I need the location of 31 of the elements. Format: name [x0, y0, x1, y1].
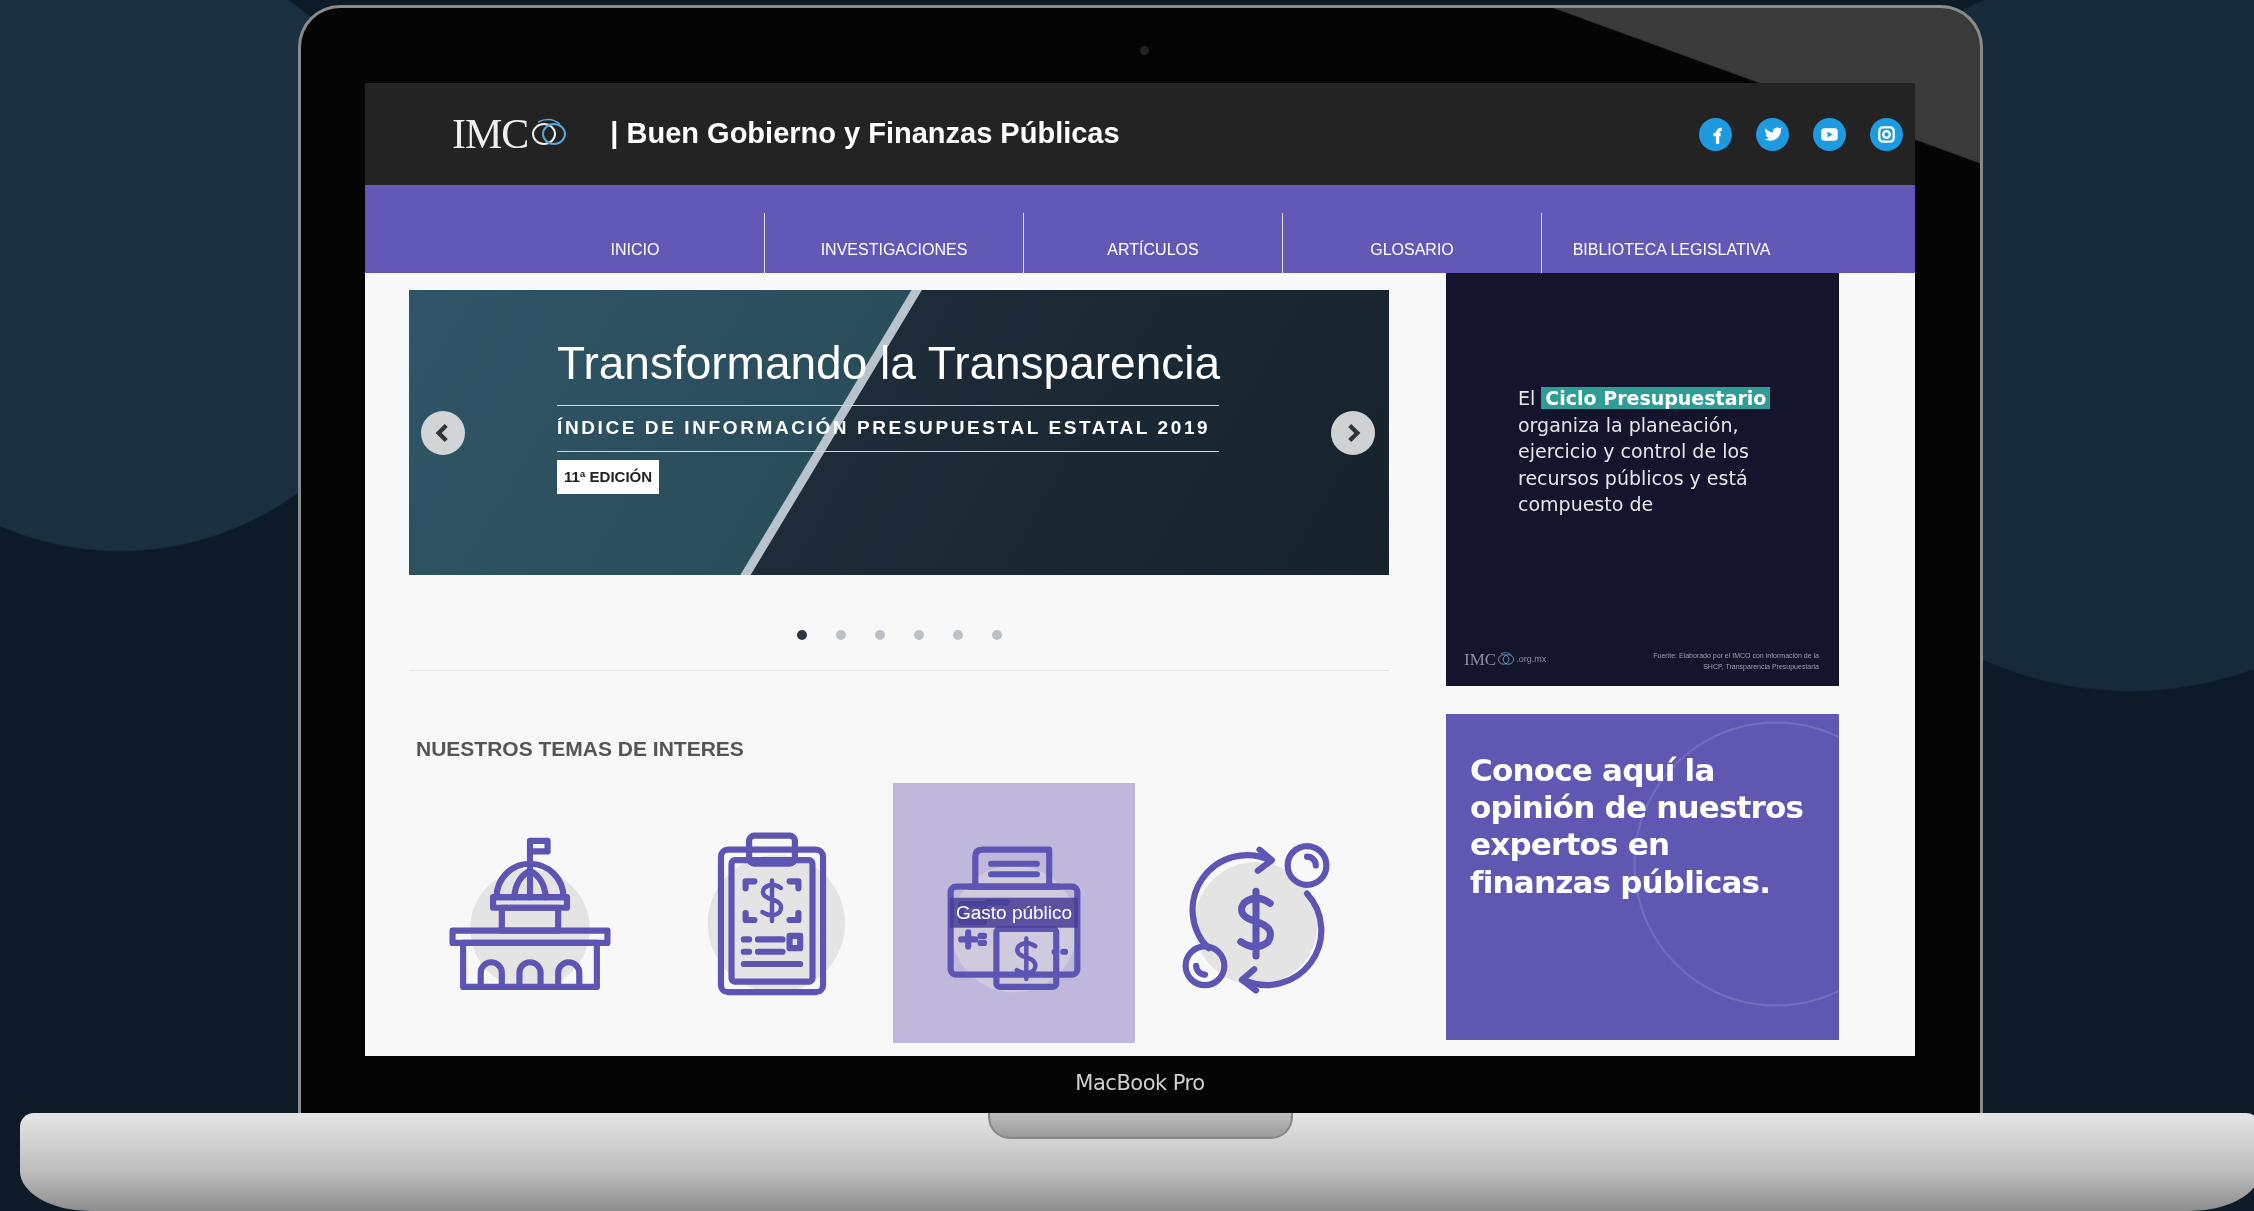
carousel-dot[interactable] — [991, 630, 1002, 640]
experts-card[interactable]: Conoce aquí la opinión de nuestros expertos en finanzas públicas. — [1446, 714, 1839, 1040]
carousel-dot[interactable] — [913, 630, 924, 640]
banner-title: Transformando la Transparencia — [557, 336, 1222, 391]
nav-link[interactable]: BIBLIOTECA LEGISLATIVA — [1542, 213, 1801, 273]
nav-link[interactable]: INVESTIGACIONES — [765, 213, 1024, 273]
nav-link[interactable]: INICIO — [506, 213, 765, 273]
carousel-dot[interactable] — [874, 630, 885, 640]
budget-card-text: El Ciclo Presupuestario organiza la planeación, ejercicio y control de los recursos públicos y está compuesto de — [1518, 385, 1821, 518]
swirl-icon — [1496, 650, 1517, 668]
carousel-dot[interactable] — [952, 630, 963, 640]
previous-slide-button[interactable] — [421, 410, 465, 455]
next-slide-button[interactable] — [1331, 410, 1375, 455]
carousel-dot[interactable] — [835, 630, 846, 640]
site-title: | Buen Gobierno y Finanzas Públicas — [610, 116, 1120, 152]
budget-card[interactable] — [1446, 273, 1839, 686]
facebook-icon[interactable] — [1699, 117, 1732, 151]
site-logo[interactable]: IMC — [452, 102, 571, 166]
webcam-dot — [1140, 46, 1149, 55]
device-label: MacBook Pro — [1075, 1070, 1205, 1097]
instagram-icon[interactable] — [1870, 117, 1903, 151]
footer-logo-text: IMC — [1464, 648, 1497, 671]
section-heading: NUESTROS TEMAS DE INTERES — [416, 736, 745, 762]
nav-link[interactable]: ARTÍCULOS — [1024, 213, 1283, 273]
footer-domain: .org.mx — [1516, 652, 1547, 666]
experts-card-text: Conoce aquí la opinión de nuestros expertos en finanzas públicas. — [1470, 752, 1805, 901]
carousel-dot[interactable] — [796, 630, 807, 640]
twitter-icon[interactable] — [1756, 117, 1789, 151]
edition-badge: 11ª EDICIÓN — [557, 459, 660, 495]
youtube-icon[interactable] — [1813, 117, 1846, 151]
topic-link[interactable]: Gasto público — [893, 782, 1135, 1043]
